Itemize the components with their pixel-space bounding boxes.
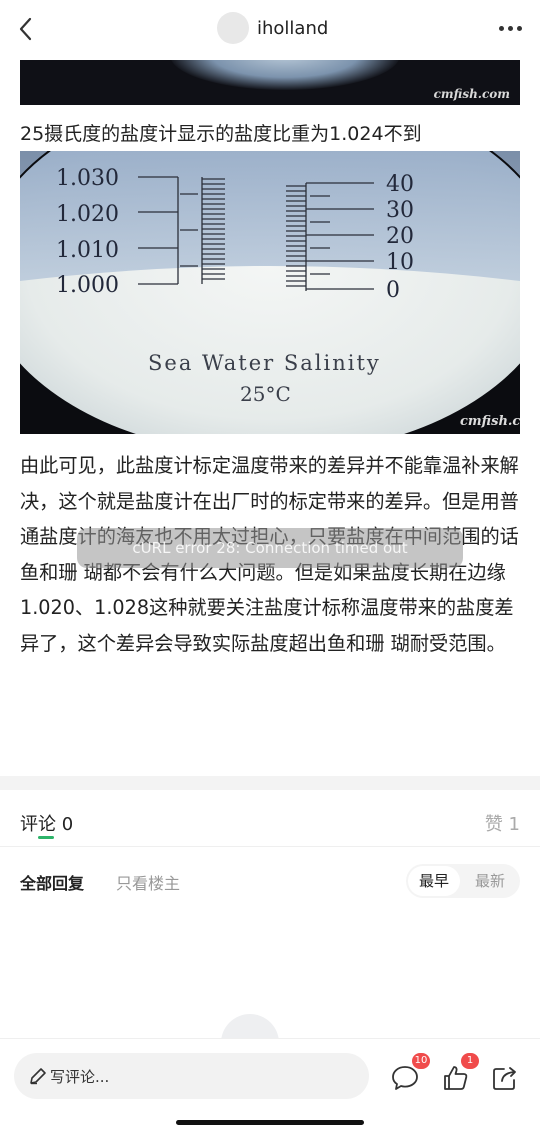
image-watermark: cmfish.com: [433, 87, 510, 101]
sg-tick-label: 1.000: [56, 273, 119, 298]
comment-input[interactable]: 写评论...: [14, 1053, 369, 1099]
like-badge: 1: [461, 1053, 479, 1069]
sg-tick-label: 1.020: [56, 202, 119, 227]
sg-tick-label: 1.010: [56, 238, 119, 263]
salinity-tick-label: 30: [386, 198, 414, 223]
sort-latest[interactable]: 最新: [464, 866, 516, 896]
scale-title: Sea Water Salinity: [148, 351, 381, 375]
comments-count[interactable]: 评论 0: [20, 810, 73, 836]
section-divider: [0, 776, 540, 790]
home-indicator: [176, 1120, 364, 1125]
scale-temperature: 25°C: [240, 382, 291, 406]
filter-all-replies[interactable]: 全部回复: [20, 870, 84, 894]
image-caption: 25摄氏度的盐度计显示的盐度比重为1.024不到: [20, 123, 422, 145]
likes-count[interactable]: 赞 1: [485, 810, 520, 836]
sort-toggle: 最早 最新: [406, 864, 520, 898]
post-image-2[interactable]: 1.030 1.020 1.010 1.000 40 30 20 10 0 Se…: [20, 151, 520, 434]
comment-badge: 10: [412, 1053, 430, 1069]
top-bar: iholland: [0, 0, 540, 58]
sg-tick-label: 1.030: [56, 166, 119, 191]
comments-divider: [0, 846, 540, 847]
comments-tab-indicator: [38, 836, 54, 839]
more-icon[interactable]: [499, 26, 522, 31]
sort-earliest[interactable]: 最早: [408, 866, 460, 896]
error-toast: cURL error 28: Connection timed out: [77, 528, 463, 568]
author-info[interactable]: iholland: [217, 12, 328, 44]
filter-op-only[interactable]: 只看楼主: [116, 870, 180, 894]
salinity-tick-label: 40: [386, 172, 414, 197]
salinity-tick-label: 20: [386, 224, 414, 249]
pen-icon: [28, 1066, 48, 1086]
comment-placeholder: 写评论...: [50, 1068, 110, 1086]
salinity-tick-label: 10: [386, 250, 414, 275]
salinity-tick-label: 0: [386, 278, 400, 303]
back-icon[interactable]: [12, 14, 42, 44]
author-name[interactable]: iholland: [257, 18, 328, 39]
image-watermark: cmfish.com: [460, 414, 520, 429]
post-image-1[interactable]: cmfish.com: [20, 60, 520, 105]
share-icon[interactable]: [490, 1063, 520, 1093]
avatar[interactable]: [217, 12, 249, 44]
